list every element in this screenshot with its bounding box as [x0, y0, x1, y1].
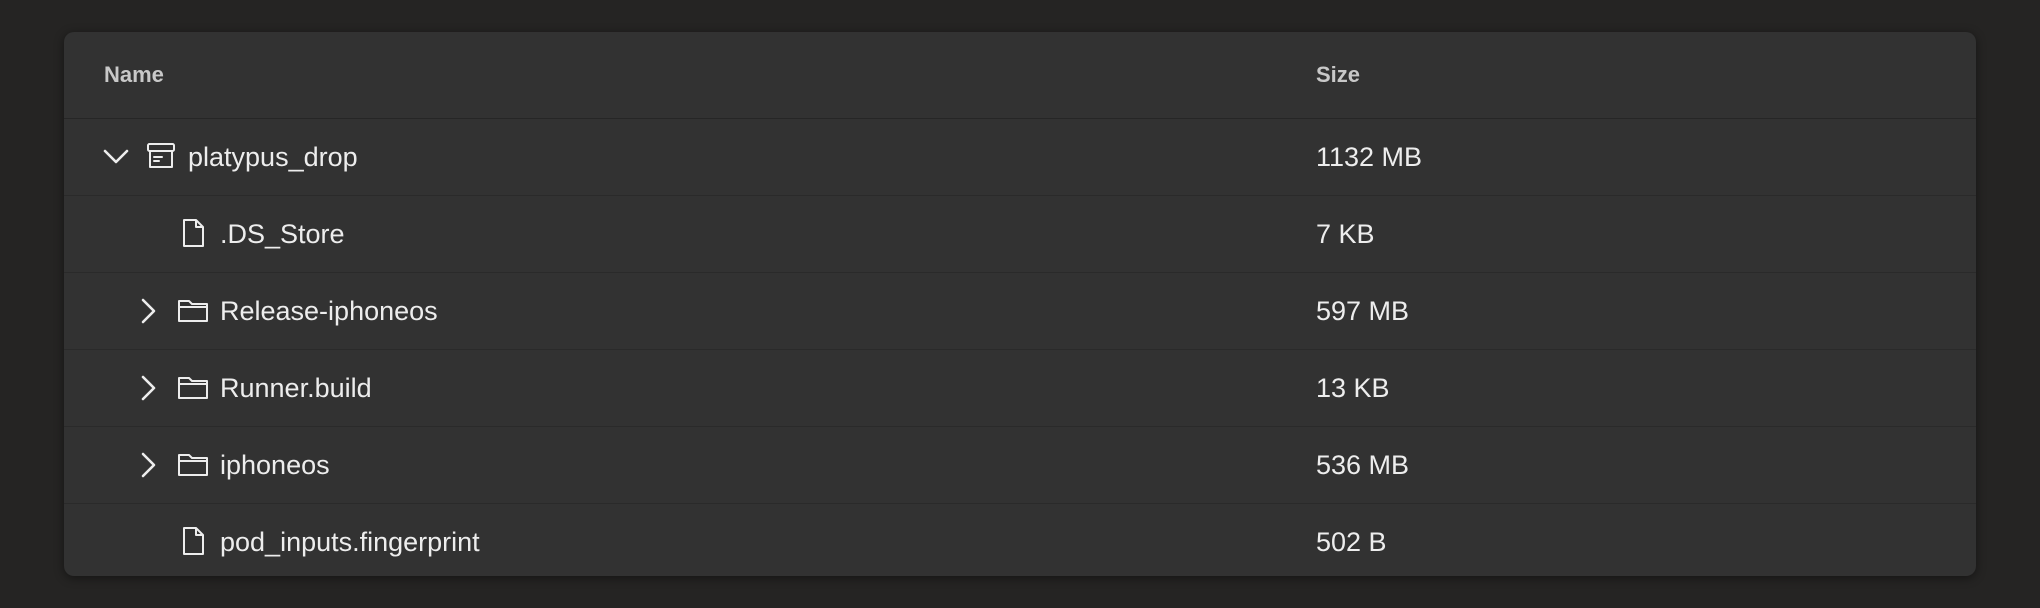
table-row[interactable]: .DS_Store 7 KB: [64, 196, 1976, 273]
table-row[interactable]: iphoneos 536 MB: [64, 427, 1976, 504]
row-name: .DS_Store: [220, 219, 345, 249]
row-size: 536 MB: [1316, 450, 1410, 480]
column-header-name[interactable]: Name: [104, 32, 164, 118]
table-row[interactable]: Runner.build 13 KB: [64, 350, 1976, 427]
row-size: 502 B: [1316, 527, 1387, 557]
row-name: platypus_drop: [188, 142, 358, 172]
row-size: 1132 MB: [1316, 142, 1423, 172]
folder-icon: [176, 293, 210, 327]
row-name: iphoneos: [220, 450, 330, 480]
file-tree-table: Name Size platypus_drop 1132 MB .DS_Stor…: [64, 32, 1976, 576]
column-header-size[interactable]: Size: [1316, 32, 1360, 118]
table-row[interactable]: Release-iphoneos 597 MB: [64, 273, 1976, 350]
chevron-right-icon[interactable]: [132, 372, 164, 404]
table-row[interactable]: pod_inputs.fingerprint 502 B: [64, 504, 1976, 576]
table-row[interactable]: platypus_drop 1132 MB: [64, 119, 1976, 196]
row-size: 7 KB: [1316, 219, 1375, 249]
archive-icon: [144, 139, 178, 173]
table-header: Name Size: [64, 32, 1976, 119]
file-icon: [176, 216, 210, 250]
folder-icon: [176, 447, 210, 481]
row-size: 13 KB: [1316, 373, 1390, 403]
file-icon: [176, 524, 210, 558]
row-name: pod_inputs.fingerprint: [220, 527, 480, 557]
row-name: Release-iphoneos: [220, 296, 438, 326]
chevron-down-icon[interactable]: [100, 141, 132, 173]
chevron-right-icon[interactable]: [132, 295, 164, 327]
folder-icon: [176, 370, 210, 404]
chevron-right-icon[interactable]: [132, 449, 164, 481]
row-size: 597 MB: [1316, 296, 1410, 326]
row-name: Runner.build: [220, 373, 372, 403]
